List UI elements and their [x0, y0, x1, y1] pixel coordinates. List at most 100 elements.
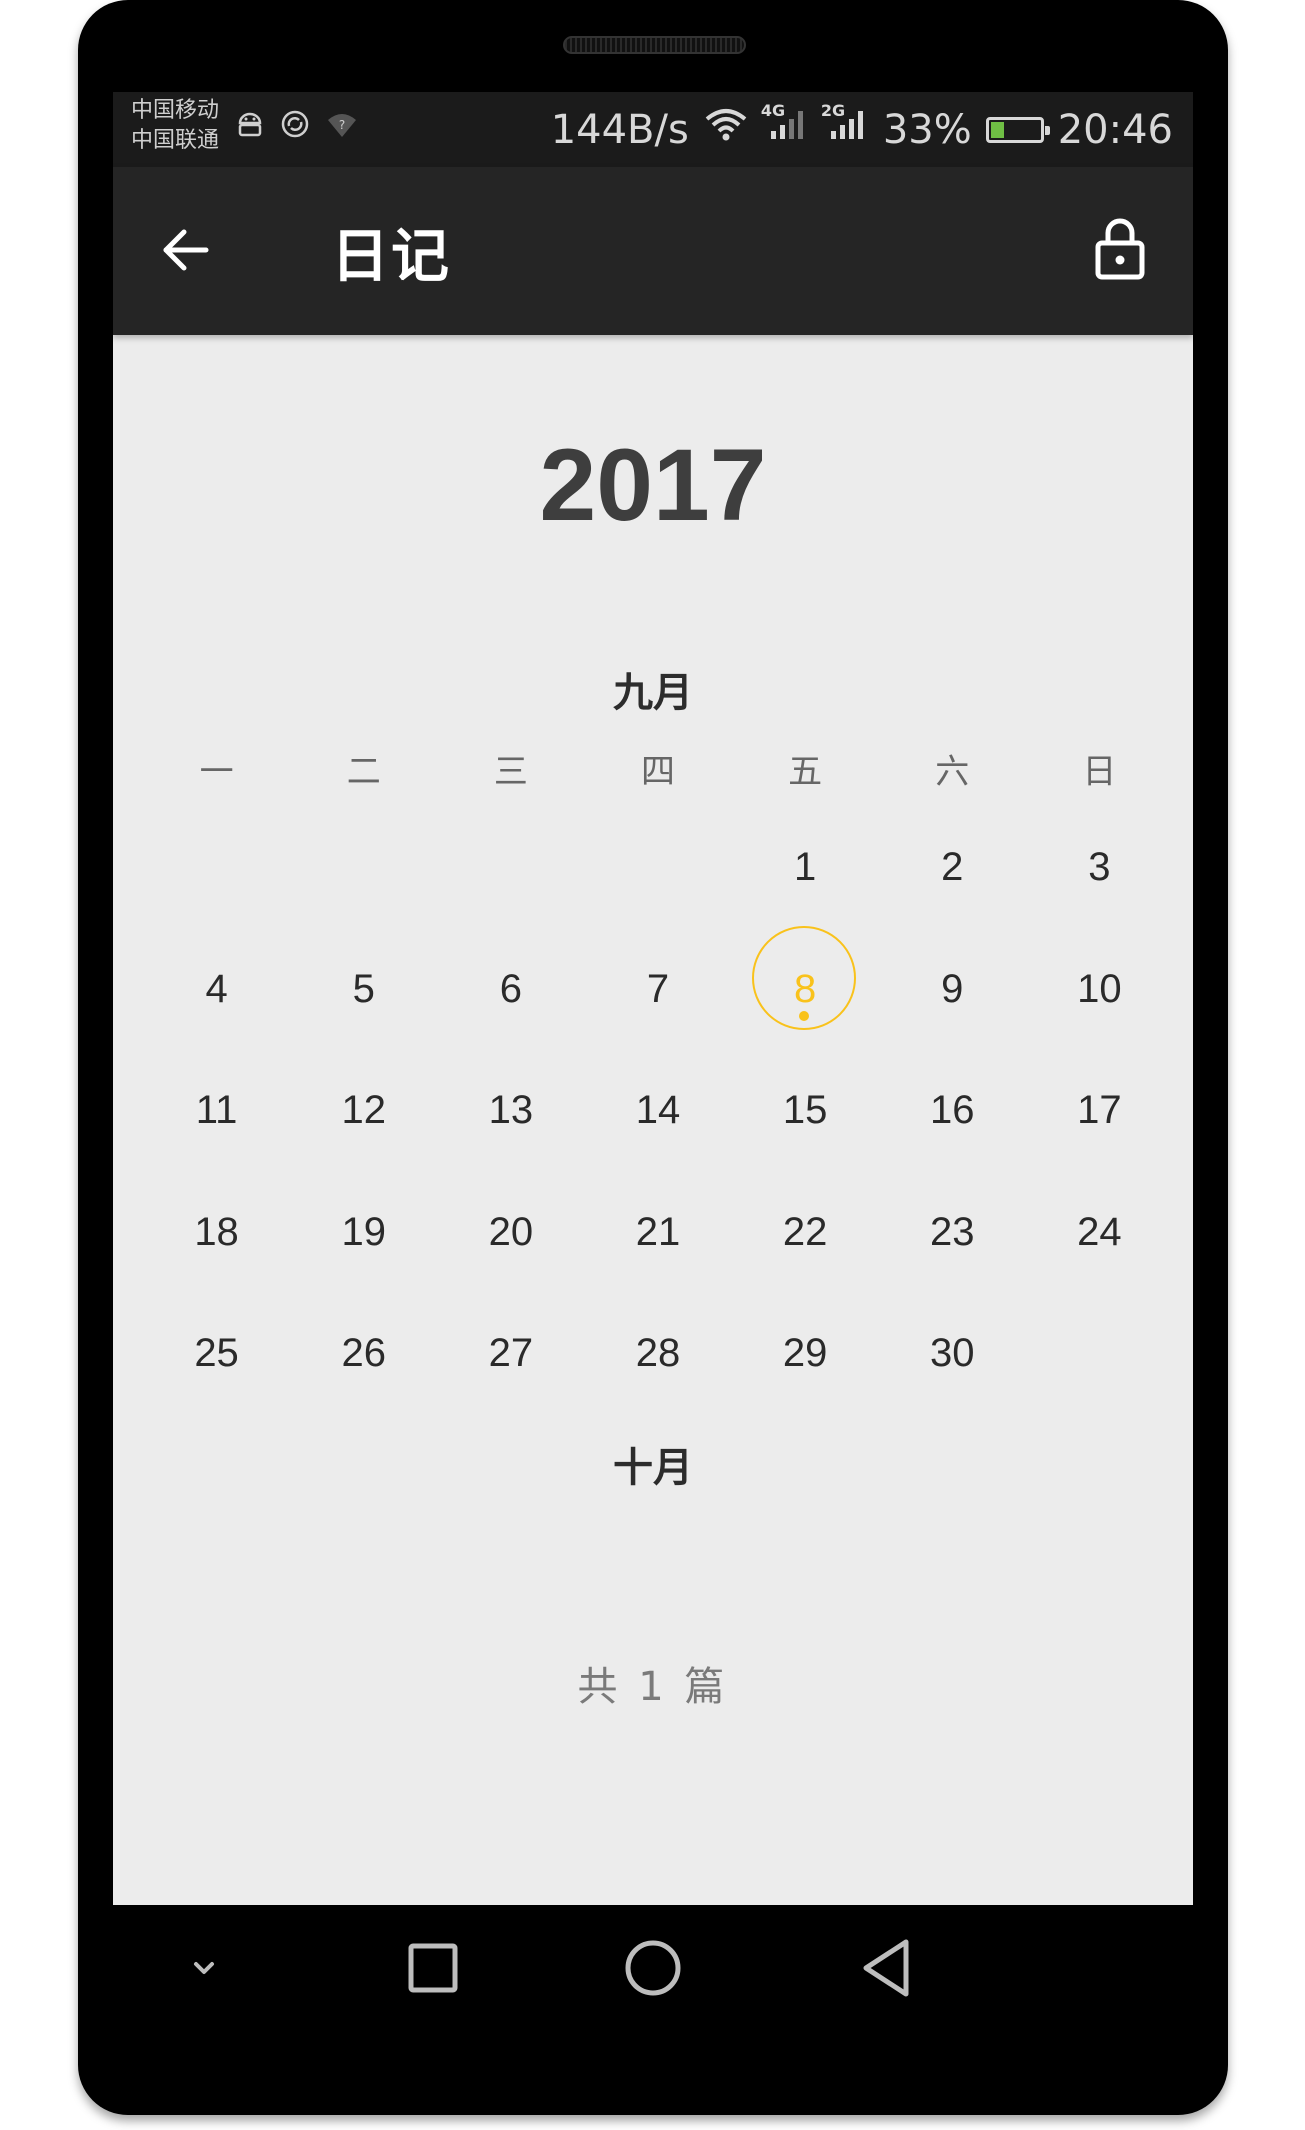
- day-number: 18: [194, 1209, 239, 1254]
- day-cell[interactable]: 21: [584, 1202, 731, 1324]
- battery-icon: [985, 116, 1050, 143]
- day-cell[interactable]: 29: [732, 1323, 879, 1445]
- day-number: 10: [1077, 966, 1122, 1011]
- day-number: 17: [1077, 1088, 1122, 1132]
- next-month-title: 十月: [613, 1445, 693, 1491]
- day-cell[interactable]: 27: [437, 1323, 584, 1445]
- day-cell-empty: [290, 837, 437, 959]
- day-cell[interactable]: 7: [584, 959, 731, 1081]
- wifi-icon: [703, 107, 749, 153]
- year-label: 2017: [539, 428, 767, 542]
- recents-button[interactable]: [398, 1935, 468, 2005]
- day-cell[interactable]: 6: [437, 959, 584, 1081]
- carrier-1: 中国移动: [131, 98, 220, 123]
- signal-icon-1: 4G: [761, 101, 809, 153]
- app-bar: 日记: [113, 167, 1193, 335]
- weekday-label: 日: [1082, 752, 1117, 792]
- triangle-back-icon: [856, 1936, 920, 2004]
- page-title: 日记: [331, 222, 452, 290]
- battery-fill: [990, 121, 1004, 138]
- day-number: 23: [930, 1209, 975, 1254]
- day-cell[interactable]: 18: [143, 1202, 290, 1324]
- weekday-label: 六: [935, 752, 970, 792]
- calendar-grid: 1 2 3 4 5 6 7 8 9 10 11 12 13 14 15 16 1…: [143, 837, 1173, 1445]
- day-cell-selected[interactable]: 8: [732, 925, 879, 1081]
- net-tag-1: 4G: [760, 100, 786, 120]
- hide-nav-button[interactable]: [169, 1935, 239, 2005]
- day-cell[interactable]: 4: [143, 959, 290, 1081]
- weekday-label: 二: [346, 752, 381, 792]
- day-cell[interactable]: 15: [732, 1080, 879, 1202]
- month-title: 九月: [613, 670, 693, 716]
- day-cell-empty: [1026, 1323, 1173, 1445]
- day-cell[interactable]: 16: [879, 1080, 1026, 1202]
- lock-icon: [1094, 215, 1146, 285]
- day-cell[interactable]: 10: [1026, 959, 1173, 1081]
- week-row: 4 5 6 7 8 9 10: [143, 925, 1173, 1081]
- day-cell[interactable]: 30: [879, 1323, 1026, 1445]
- day-cell[interactable]: 11: [143, 1080, 290, 1202]
- day-number: 4: [205, 966, 228, 1011]
- day-cell[interactable]: 9: [879, 959, 1026, 1081]
- chevron-down-icon: [184, 1948, 224, 1992]
- day-cell[interactable]: 22: [732, 1202, 879, 1324]
- day-number: 13: [488, 1088, 534, 1132]
- notification-icons: ?: [235, 108, 359, 144]
- week-row: 1 2 3: [143, 837, 1173, 959]
- carrier-labels: 中国移动 中国联通: [131, 96, 219, 156]
- day-number: 6: [499, 966, 522, 1011]
- day-number: 24: [1077, 1209, 1122, 1254]
- square-recents-icon: [403, 1938, 463, 2002]
- day-cell-empty: [143, 837, 290, 959]
- day-cell[interactable]: 12: [290, 1080, 437, 1202]
- entry-count: 共 1 篇: [577, 1664, 729, 1710]
- status-right: 144B/s 4G 2G 33% 20:46: [551, 92, 1173, 167]
- day-cell-empty: [437, 837, 584, 959]
- carrier-2: 中国联通: [131, 128, 220, 153]
- screen: 中国移动 中国联通 ? 144B/s 4G 2G 33% 20:46 日记 20…: [113, 92, 1193, 1905]
- day-cell[interactable]: 17: [1026, 1080, 1173, 1202]
- system-nav-bar: [113, 1905, 1193, 2035]
- back-button[interactable]: [151, 217, 221, 287]
- status-bar: 中国移动 中国联通 ? 144B/s 4G 2G 33% 20:46: [113, 92, 1193, 167]
- day-number: 22: [782, 1209, 828, 1254]
- day-number: 19: [341, 1209, 386, 1254]
- day-cell[interactable]: 25: [143, 1323, 290, 1445]
- day-number: 1: [794, 845, 817, 889]
- arrow-left-icon: [158, 222, 214, 282]
- day-number: 27: [488, 1331, 534, 1375]
- battery-percent: 33%: [882, 106, 972, 153]
- weekday-label: 四: [640, 752, 675, 792]
- day-number: 3: [1088, 845, 1111, 889]
- day-number: 15: [782, 1088, 828, 1132]
- wifi-unknown-icon: ?: [325, 109, 359, 143]
- day-cell[interactable]: 5: [290, 959, 437, 1081]
- svg-text:?: ?: [339, 118, 345, 132]
- day-number: 12: [341, 1088, 386, 1132]
- home-button[interactable]: [618, 1935, 688, 2005]
- day-cell[interactable]: 3: [1026, 837, 1173, 959]
- day-cell[interactable]: 13: [437, 1080, 584, 1202]
- week-row: 11 12 13 14 15 16 17: [143, 1080, 1173, 1202]
- earpiece-speaker: [563, 36, 746, 54]
- weekday-label: 一: [199, 752, 234, 792]
- day-cell[interactable]: 20: [437, 1202, 584, 1324]
- day-number: 7: [646, 966, 670, 1011]
- day-cell[interactable]: 19: [290, 1202, 437, 1324]
- day-number: 21: [635, 1209, 681, 1254]
- weekday-label: 五: [788, 752, 823, 792]
- back-nav-button[interactable]: [853, 1935, 923, 2005]
- day-cell[interactable]: 23: [879, 1202, 1026, 1324]
- day-cell[interactable]: 28: [584, 1323, 731, 1445]
- day-cell[interactable]: 14: [584, 1080, 731, 1202]
- day-number: 11: [195, 1088, 238, 1132]
- day-number: 16: [930, 1088, 975, 1132]
- day-cell[interactable]: 2: [879, 837, 1026, 959]
- day-cell[interactable]: 26: [290, 1323, 437, 1445]
- day-number: 2: [941, 845, 964, 889]
- day-number: 9: [941, 966, 964, 1011]
- clock: 20:46: [1057, 106, 1173, 153]
- day-cell[interactable]: 24: [1026, 1202, 1173, 1324]
- lock-button[interactable]: [1085, 212, 1155, 288]
- week-row: 25 26 27 28 29 30: [143, 1323, 1173, 1445]
